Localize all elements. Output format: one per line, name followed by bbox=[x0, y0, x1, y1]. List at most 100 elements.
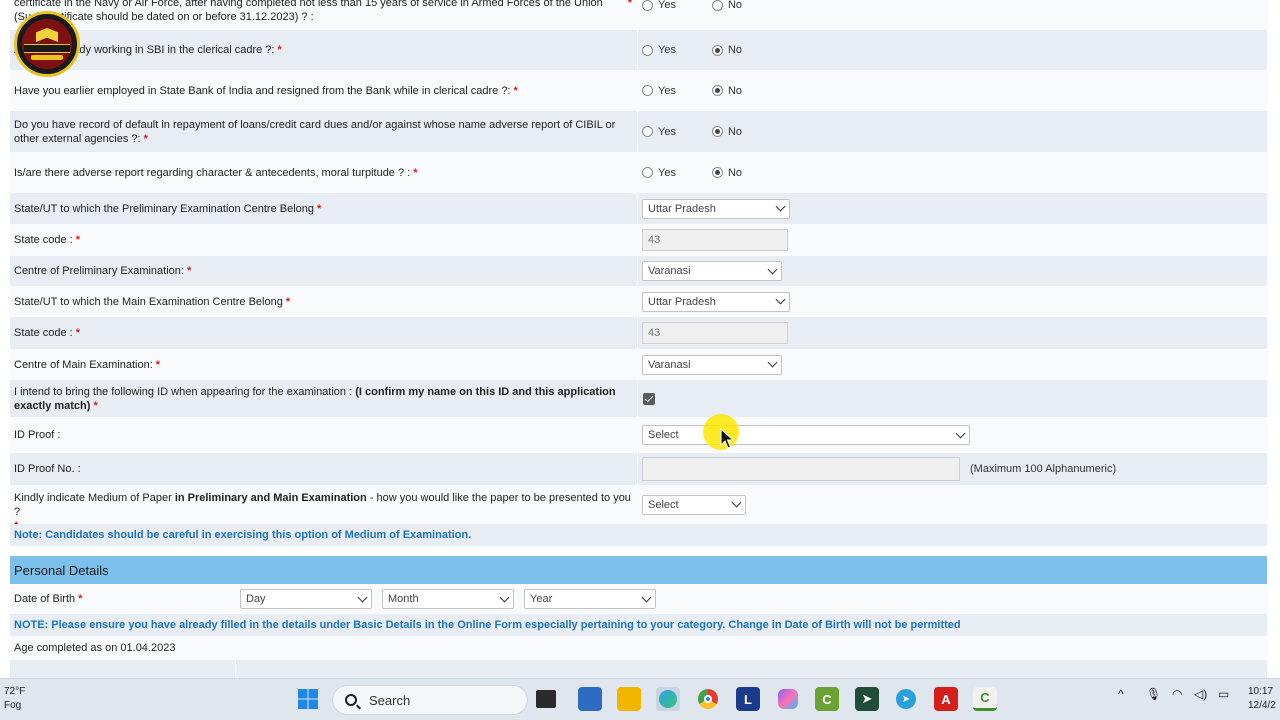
chevron-down-icon bbox=[499, 592, 510, 602]
required-mark: * bbox=[78, 593, 83, 605]
dob-day-select[interactable]: Day bbox=[240, 589, 372, 609]
id-proof-select[interactable]: Select bbox=[642, 425, 970, 445]
file-explorer-icon[interactable] bbox=[617, 687, 641, 711]
app-arrow-icon[interactable]: ➤ bbox=[855, 687, 879, 711]
main-centre-select[interactable]: Varanasi bbox=[642, 354, 782, 375]
field-label: State code : bbox=[14, 234, 73, 246]
taskbar: 72°F Fog Search L C ➤ ➤ A C ^ 🎙 ◠ ◁) ▭ 1… bbox=[0, 678, 1280, 720]
note-row-medium: Note: Candidates should be careful in ex… bbox=[10, 524, 1267, 546]
field-row-main-state-code: State code : * 43 bbox=[10, 317, 1267, 349]
radio-circle-selected bbox=[711, 167, 723, 178]
chevron-down-icon bbox=[641, 592, 652, 602]
select-value: Varanasi bbox=[648, 358, 691, 371]
field-row-partial bbox=[10, 660, 1267, 678]
radio-yes[interactable]: Yes bbox=[642, 0, 676, 11]
select-value: Day bbox=[246, 593, 266, 605]
question-label-text: Do you have record of default in repayme… bbox=[14, 118, 616, 145]
question-row-adverse: Is/are there adverse report regarding ch… bbox=[10, 152, 1267, 193]
required-mark: * bbox=[277, 44, 282, 56]
taskbar-search[interactable]: Search bbox=[332, 685, 528, 715]
radio-yes[interactable]: Yes bbox=[642, 167, 676, 179]
prelim-state-select[interactable]: Uttar Pradesh bbox=[642, 198, 790, 219]
search-icon bbox=[345, 694, 357, 706]
system-clock[interactable]: 10:17 12/4/2 bbox=[1248, 685, 1276, 713]
radio-no[interactable]: No bbox=[711, 0, 743, 11]
question-row-default: Do you have record of default in repayme… bbox=[10, 111, 1267, 152]
battery-icon[interactable]: ▭ bbox=[1218, 687, 1229, 701]
select-value: Varanasi bbox=[648, 265, 691, 277]
wifi-icon[interactable]: ◠ bbox=[1172, 687, 1182, 701]
required-mark: * bbox=[143, 132, 148, 145]
chrome-icon[interactable] bbox=[696, 687, 720, 711]
main-state-select[interactable]: Uttar Pradesh bbox=[642, 291, 790, 312]
telegram-icon[interactable]: ➤ bbox=[894, 687, 918, 711]
note-row-dob: NOTE: Please ensure you have already fil… bbox=[10, 614, 1267, 636]
field-label: Centre of Preliminary Examination: bbox=[14, 265, 184, 277]
required-mark: * bbox=[155, 358, 161, 371]
required-mark: * bbox=[93, 399, 98, 412]
field-label: State code : bbox=[14, 327, 73, 339]
question-row-sbi-clerical: Are you already working in SBI in the cl… bbox=[10, 30, 1267, 70]
app-l-icon[interactable]: L bbox=[736, 687, 760, 711]
acrobat-icon[interactable]: A bbox=[934, 687, 958, 711]
medium-select[interactable]: Select bbox=[642, 494, 746, 515]
age-label: Age completed as on 01.04.2023 bbox=[14, 642, 176, 654]
radio-circle-selected bbox=[711, 44, 723, 56]
dob-year-select[interactable]: Year bbox=[524, 589, 656, 609]
radio-no-label: No bbox=[727, 44, 743, 56]
field-row-main-centre: Centre of Main Examination: * Varanasi bbox=[10, 349, 1267, 380]
chevron-down-icon bbox=[357, 592, 368, 602]
radio-circle bbox=[642, 167, 653, 178]
weather-temp: 72°F bbox=[4, 686, 26, 697]
radio-circle bbox=[642, 44, 653, 56]
channel-logo bbox=[14, 11, 80, 77]
field-row-medium: Kindly indicate Medium of Paper in Preli… bbox=[10, 485, 1267, 532]
question-label: Do you have record of default in repayme… bbox=[14, 118, 632, 146]
radio-yes[interactable]: Yes bbox=[642, 44, 676, 56]
weather-widget[interactable]: 72°F Fog bbox=[4, 685, 25, 713]
question-label: certificate in the Navy or Air Force, af… bbox=[14, 0, 603, 23]
radio-yes-label: Yes bbox=[658, 0, 676, 11]
radio-no[interactable]: No bbox=[711, 126, 742, 138]
select-value: Year bbox=[530, 593, 553, 605]
select-value: Month bbox=[388, 593, 419, 605]
prelim-state-code-field: 43 bbox=[642, 229, 788, 251]
microphone-icon[interactable]: 🎙 bbox=[1146, 687, 1161, 701]
chevron-down-icon bbox=[767, 357, 778, 368]
camtasia-recorder-icon[interactable]: C bbox=[973, 687, 997, 711]
question-row-armed-forces: certificate in the Navy or Air Force, af… bbox=[10, 0, 1267, 30]
camtasia-icon[interactable]: C bbox=[815, 687, 839, 711]
radio-yes-label: Yes bbox=[658, 44, 676, 56]
prelim-centre-select[interactable]: Varanasi bbox=[642, 261, 782, 281]
chevron-down-icon bbox=[775, 201, 786, 212]
id-proof-no-input[interactable] bbox=[642, 457, 960, 481]
radio-no[interactable]: No bbox=[711, 84, 743, 97]
field-label-plain: Kindly indicate Medium of Paper bbox=[14, 492, 172, 504]
volume-icon[interactable]: ◁) bbox=[1194, 687, 1207, 701]
store-icon[interactable] bbox=[578, 687, 602, 711]
clock-date: 12/4/2 bbox=[1248, 700, 1276, 711]
radio-no-label: No bbox=[727, 0, 743, 11]
radio-yes[interactable]: Yes bbox=[642, 126, 676, 138]
radio-circle bbox=[642, 85, 653, 96]
dob-month-select[interactable]: Month bbox=[382, 589, 514, 609]
radio-circle bbox=[711, 0, 723, 11]
id-confirm-checkbox[interactable] bbox=[643, 392, 655, 405]
field-label: State/UT to which the Main Examination C… bbox=[14, 295, 283, 308]
field-row-prelim-state-code: State code : * 43 bbox=[10, 224, 1267, 256]
start-button[interactable] bbox=[296, 687, 320, 711]
radio-circle bbox=[642, 0, 653, 11]
radio-no-label: No bbox=[727, 84, 743, 97]
radio-no[interactable]: No bbox=[711, 167, 742, 179]
task-view-icon[interactable] bbox=[536, 690, 556, 708]
note-medium-text: Note: Candidates should be careful in ex… bbox=[14, 529, 472, 541]
copilot-icon[interactable] bbox=[776, 687, 800, 711]
edge-browser-icon[interactable] bbox=[656, 687, 680, 711]
chevron-up-icon[interactable]: ^ bbox=[1118, 687, 1124, 701]
field-label-bold: in Preliminary and Main Examination bbox=[174, 492, 367, 504]
select-value: Uttar Pradesh bbox=[648, 202, 716, 215]
radio-yes[interactable]: Yes bbox=[642, 85, 676, 97]
required-mark: * bbox=[75, 234, 80, 246]
field-hint: (Maximum 100 Alphanumeric) bbox=[970, 463, 1117, 475]
radio-no[interactable]: No bbox=[711, 44, 743, 56]
